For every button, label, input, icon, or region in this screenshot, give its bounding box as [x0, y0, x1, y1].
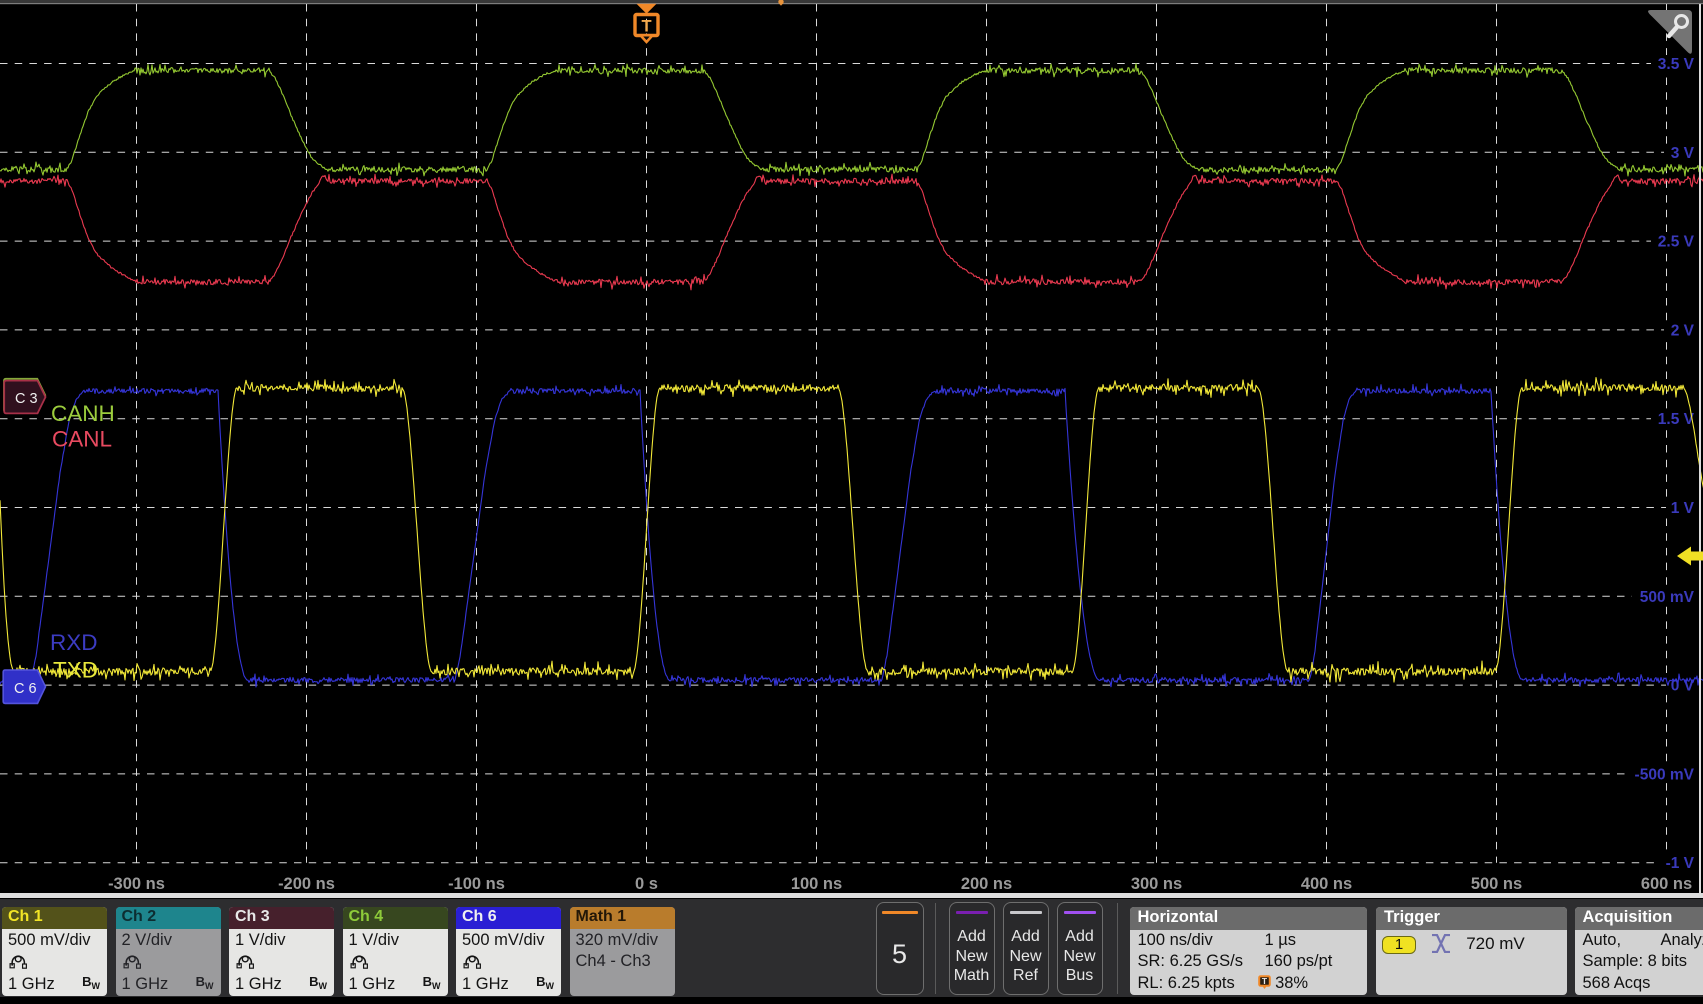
svg-text:T: T	[641, 18, 651, 36]
svg-text:200 ns: 200 ns	[961, 875, 1012, 893]
svg-text:100 ns: 100 ns	[791, 875, 842, 893]
svg-text:-300 ns: -300 ns	[108, 875, 165, 893]
svg-text:1 V: 1 V	[1671, 500, 1695, 517]
svg-text:300 ns: 300 ns	[1131, 875, 1182, 893]
svg-text:3.5 V: 3.5 V	[1658, 56, 1695, 73]
svg-text:C 6: C 6	[14, 681, 37, 697]
svg-text:600 ns: 600 ns	[1641, 875, 1692, 893]
svg-text:RXD: RXD	[50, 630, 98, 655]
svg-text:0 s: 0 s	[635, 875, 658, 893]
svg-text:-1 V: -1 V	[1666, 855, 1695, 872]
svg-text:-200 ns: -200 ns	[278, 875, 335, 893]
svg-text:CANL: CANL	[52, 427, 112, 452]
svg-text:-500 mV: -500 mV	[1635, 766, 1695, 783]
svg-text:CANH: CANH	[51, 401, 115, 426]
svg-text:C 3: C 3	[15, 391, 38, 407]
svg-text:2.5 V: 2.5 V	[1658, 234, 1695, 251]
svg-text:1.5 V: 1.5 V	[1658, 411, 1695, 428]
svg-text:TXD: TXD	[53, 658, 98, 683]
svg-text:-100 ns: -100 ns	[448, 875, 505, 893]
svg-text:2 V: 2 V	[1671, 322, 1695, 339]
svg-text:400 ns: 400 ns	[1301, 875, 1352, 893]
svg-text:500 mV: 500 mV	[1640, 589, 1695, 606]
svg-text:3 V: 3 V	[1671, 145, 1695, 162]
svg-text:500 ns: 500 ns	[1471, 875, 1522, 893]
svg-text:T: T	[1261, 976, 1267, 986]
